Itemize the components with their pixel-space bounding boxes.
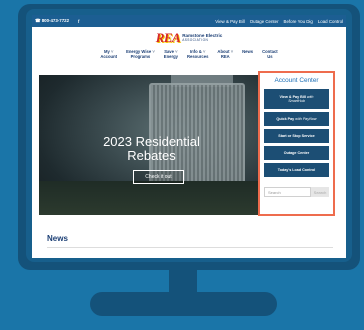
top-utility-bar: ☎ 800-473-7722 f View & Pay Bill Outage … [32,15,346,27]
utility-link-view-pay-bill[interactable]: View & Pay Bill [215,19,244,24]
chevron-down-icon: ˅ [152,49,155,54]
search-button[interactable]: Search [311,187,329,197]
news-divider [47,247,333,248]
utility-link-outage-center[interactable]: Outage Center [250,19,279,24]
phone-link[interactable]: ☎ 800-473-7722 [35,18,69,24]
hero-banner: 2023 Residential Rebates Check it out [39,75,264,215]
chevron-down-icon: ˅ [230,49,234,54]
account-center-title: Account Center [274,77,319,84]
logo-subtitle: ASSOCIATION [182,37,209,42]
view-pay-bill-button[interactable]: View & Pay Bill with SmartHub [264,89,329,109]
start-stop-service-button[interactable]: Start or Stop Service [264,129,329,143]
utility-link-load-control[interactable]: Load Control [318,19,343,24]
quick-pay-button[interactable]: Quick Pay with PayNow [264,112,329,126]
website-screen: ☎ 800-473-7722 f View & Pay Bill Outage … [32,15,346,258]
utility-link-before-you-dig[interactable]: Before You Dig [284,19,313,24]
search-form: Search Search [264,187,329,197]
main-nav: My ˅ Account Energy Wise ˅ Programs Save… [32,49,346,70]
utility-links: View & Pay Bill Outage Center Before You… [215,19,343,24]
logo-text: Ramstone Electric ASSOCIATION [182,33,222,42]
nav-item-save-energy[interactable]: Save ˅ Energy [164,49,178,60]
search-input[interactable]: Search [264,187,311,197]
hero-ground [39,181,264,215]
news-heading: News [47,234,68,243]
outage-center-button[interactable]: Outage Center [264,146,329,160]
account-center-panel: Account Center View & Pay Bill with Smar… [258,71,335,216]
nav-item-news[interactable]: News [242,49,253,55]
site-logo[interactable]: REA Ramstone Electric ASSOCIATION [32,27,346,49]
todays-load-control-button[interactable]: Today's Load Control [264,163,329,177]
logo-mark: REA [155,30,181,45]
check-it-out-button[interactable]: Check it out [133,170,184,184]
monitor-stand-base [90,292,277,316]
nav-item-my-account[interactable]: My ˅ Account [100,49,117,60]
nav-item-info-resources[interactable]: Info & ˅ Resources [187,49,208,60]
monitor-stand-neck [169,270,197,292]
nav-item-energy-wise-programs[interactable]: Energy Wise ˅ Programs [126,49,155,60]
facebook-icon[interactable]: f [78,19,79,24]
nav-item-about-rea[interactable]: About ˅ REA [217,49,234,60]
hero-title: 2023 Residential Rebates [103,134,200,163]
nav-item-contact-us[interactable]: Contact Us [262,49,278,60]
